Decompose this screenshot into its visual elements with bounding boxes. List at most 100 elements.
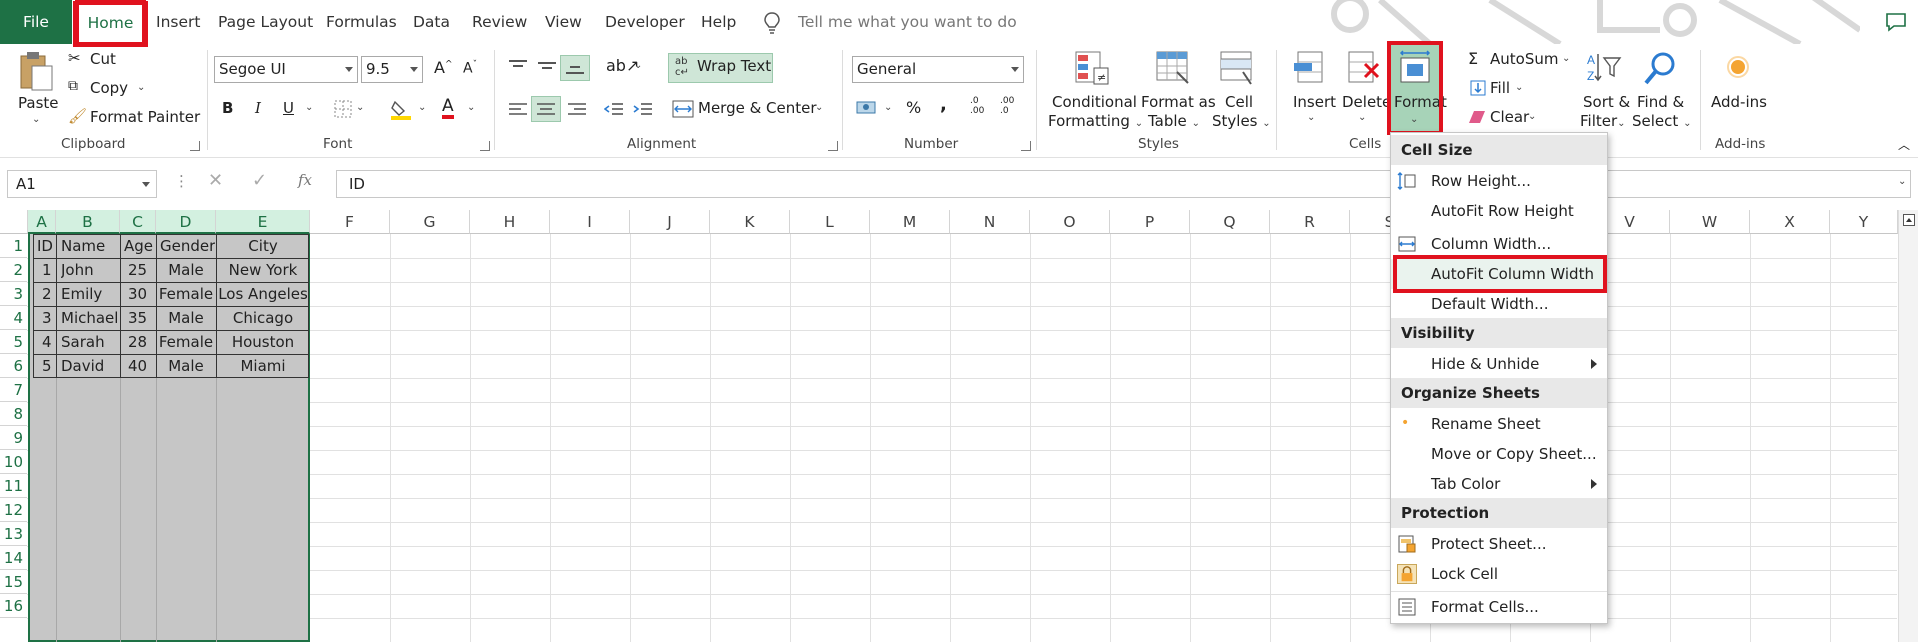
comma-button[interactable]: , [940, 94, 947, 115]
find-select-label-2[interactable]: Select ⌄ [1632, 112, 1691, 130]
column-header-x[interactable]: X [1750, 210, 1830, 234]
menu-item-protect-sheet[interactable]: Protect Sheet... [1391, 529, 1607, 559]
tab-data[interactable]: Data [413, 0, 450, 44]
currency-icon[interactable] [856, 99, 878, 117]
name-box[interactable]: A1 [7, 170, 157, 198]
table-cell[interactable]: 35 [128, 306, 147, 330]
conditional-formatting-label-2[interactable]: Formatting ⌄ [1048, 112, 1143, 130]
row-header-15[interactable]: 15 [0, 570, 27, 594]
column-header-a[interactable]: A [28, 210, 56, 234]
menu-item-move-copy-sheet[interactable]: Move or Copy Sheet... [1391, 439, 1607, 469]
column-header-h[interactable]: H [470, 210, 550, 234]
merge-center-icon[interactable] [672, 100, 694, 118]
clear-dropdown-icon[interactable]: ⌄ [1528, 111, 1536, 122]
percent-button[interactable]: % [906, 98, 921, 117]
column-header-o[interactable]: O [1030, 210, 1110, 234]
column-header-c[interactable]: C [120, 210, 156, 234]
header-cell-age[interactable]: Age [124, 234, 153, 258]
clipboard-launcher-icon[interactable] [190, 141, 200, 151]
row-header-3[interactable]: 3 [0, 282, 27, 306]
column-header-n[interactable]: N [950, 210, 1030, 234]
copy-dropdown-icon[interactable]: ⌄ [137, 82, 145, 93]
column-header-q[interactable]: Q [1190, 210, 1270, 234]
increase-decimal-button[interactable]: .0 .00 [970, 96, 984, 116]
font-size-select[interactable]: 9.5 [361, 56, 423, 83]
header-cell-id[interactable]: ID [37, 234, 53, 258]
table-cell[interactable]: 2 [42, 282, 52, 306]
row-header-1[interactable]: 1 [0, 234, 27, 258]
tab-review[interactable]: Review [472, 0, 527, 44]
menu-item-default-width[interactable]: Default Width... [1391, 289, 1607, 319]
table-cell[interactable]: New York [216, 258, 310, 282]
insert-button[interactable]: Insert [1293, 93, 1336, 111]
tab-developer[interactable]: Developer [605, 0, 685, 44]
fill-button[interactable]: Fill [1490, 79, 1510, 97]
enter-icon[interactable]: ✓ [252, 170, 267, 191]
row-header-10[interactable]: 10 [0, 450, 27, 474]
sort-filter-label[interactable]: Sort & [1583, 93, 1630, 111]
header-cell-name[interactable]: Name [61, 234, 105, 258]
table-cell[interactable]: Sarah [61, 330, 105, 354]
table-cell[interactable]: Los Angeles [216, 282, 310, 306]
table-cell[interactable]: Female [156, 330, 216, 354]
delete-button[interactable]: Delete [1342, 93, 1391, 111]
scroll-up-button[interactable] [1903, 214, 1915, 226]
tab-insert[interactable]: Insert [156, 0, 200, 44]
align-right-icon[interactable] [567, 102, 587, 116]
autosum-dropdown-icon[interactable]: ⌄ [1562, 53, 1570, 64]
add-ins-icon[interactable] [1727, 56, 1749, 78]
column-header-k[interactable]: K [710, 210, 790, 234]
table-cell[interactable]: John [61, 258, 94, 282]
align-left-icon[interactable] [508, 102, 528, 116]
fill-dropdown-icon[interactable]: ⌄ [1515, 82, 1523, 93]
table-cell[interactable]: 30 [128, 282, 147, 306]
table-cell[interactable]: 1 [42, 258, 52, 282]
spreadsheet-grid[interactable]: A B C D E F G H I J K L M N O P Q R S T … [0, 210, 1918, 642]
row-header-8[interactable]: 8 [0, 402, 27, 426]
column-header-w[interactable]: W [1670, 210, 1750, 234]
tab-page-layout[interactable]: Page Layout [218, 0, 313, 44]
conditional-formatting-label[interactable]: Conditional [1052, 93, 1137, 111]
table-cell[interactable]: Chicago [216, 306, 310, 330]
font-color-dropdown-icon[interactable]: ⌄ [467, 102, 475, 113]
decrease-font-icon[interactable]: Aˇ [463, 60, 477, 77]
table-cell[interactable]: 4 [42, 330, 52, 354]
table-cell[interactable]: Male [156, 258, 216, 282]
find-select-icon[interactable] [1643, 50, 1679, 86]
menu-item-hide-unhide[interactable]: Hide & Unhide [1391, 349, 1607, 379]
tab-formulas[interactable]: Formulas [326, 0, 397, 44]
cell-styles-label[interactable]: Cell [1225, 93, 1253, 111]
column-header-p[interactable]: P [1110, 210, 1190, 234]
tab-view[interactable]: View [545, 0, 582, 44]
column-header-m[interactable]: M [870, 210, 950, 234]
cancel-icon[interactable]: ✕ [208, 170, 223, 191]
tab-help[interactable]: Help [701, 0, 736, 44]
font-name-select[interactable]: Segoe UI [214, 56, 358, 83]
italic-button[interactable]: I [255, 99, 261, 117]
tab-file[interactable]: File [0, 0, 72, 44]
table-cell[interactable]: 28 [128, 330, 147, 354]
merge-dropdown-icon[interactable]: ⌄ [815, 102, 823, 113]
cell-styles-label-2[interactable]: Styles ⌄ [1212, 112, 1271, 130]
column-header-f[interactable]: F [310, 210, 390, 234]
decrease-decimal-button[interactable]: .00 .0 [1000, 96, 1014, 116]
table-cell[interactable]: Emily [61, 282, 102, 306]
conditional-formatting-icon[interactable]: ≠ [1074, 50, 1110, 86]
row-header-12[interactable]: 12 [0, 498, 27, 522]
row-header-16[interactable]: 16 [0, 594, 27, 618]
column-header-e[interactable]: E [216, 210, 310, 234]
underline-button[interactable]: U [283, 99, 294, 117]
expand-formula-icon[interactable]: ⌄ [1898, 176, 1906, 187]
top-align-icon[interactable] [508, 60, 528, 72]
table-cell[interactable]: Male [156, 354, 216, 378]
row-header-14[interactable]: 14 [0, 546, 27, 570]
format-as-table-label[interactable]: Format as [1141, 93, 1216, 111]
row-header-13[interactable]: 13 [0, 522, 27, 546]
wrap-text-button[interactable]: ab c↵ Wrap Text [668, 53, 773, 83]
collapse-ribbon-icon[interactable]: ︿ [1898, 136, 1910, 153]
insert-dropdown-icon[interactable]: ⌄ [1307, 112, 1315, 123]
table-cell[interactable]: 5 [42, 354, 52, 378]
format-painter-button[interactable]: Format Painter [90, 108, 200, 126]
cell-styles-icon[interactable] [1219, 50, 1255, 86]
add-ins-button[interactable]: Add-ins [1711, 93, 1767, 111]
